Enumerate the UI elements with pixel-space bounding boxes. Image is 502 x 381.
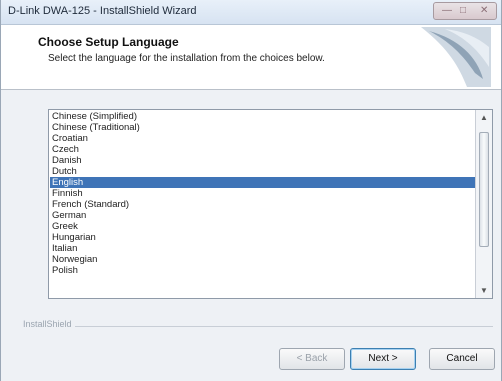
language-option[interactable]: Danish (50, 155, 476, 166)
wizard-body: Chinese (Simplified) Chinese (Traditional… (1, 90, 501, 320)
language-option[interactable]: Croatian (50, 133, 476, 144)
language-option[interactable]: Czech (50, 144, 476, 155)
language-option[interactable]: Italian (50, 243, 476, 254)
language-option[interactable]: Norwegian (50, 254, 476, 265)
language-list: Chinese (Simplified) Chinese (Traditional… (50, 111, 476, 276)
language-option[interactable]: Chinese (Traditional) (50, 122, 476, 133)
installshield-logo-icon (421, 27, 491, 87)
cancel-button[interactable]: Cancel (429, 348, 495, 370)
language-listbox[interactable]: Chinese (Simplified) Chinese (Traditional… (48, 109, 493, 299)
language-option[interactable]: Polish (50, 265, 476, 276)
language-option[interactable]: German (50, 210, 476, 221)
back-button[interactable]: < Back (279, 348, 345, 370)
language-option[interactable]: Chinese (Simplified) (50, 111, 476, 122)
installer-window: D-Link DWA-125 - InstallShield Wizard — … (0, 0, 502, 381)
language-option[interactable]: Greek (50, 221, 476, 232)
page-subtitle: Select the language for the installation… (48, 53, 325, 64)
minimize-icon[interactable]: — (442, 5, 452, 16)
scroll-down-arrow-icon[interactable]: ▼ (480, 286, 488, 295)
scroll-up-arrow-icon[interactable]: ▲ (480, 113, 488, 122)
close-icon[interactable]: ✕ (480, 5, 488, 16)
language-option[interactable]: Hungarian (50, 232, 476, 243)
footer-divider (75, 326, 493, 327)
window-controls[interactable]: — □ ✕ (433, 2, 497, 20)
language-option[interactable]: French (Standard) (50, 199, 476, 210)
scrollbar-thumb[interactable] (479, 132, 489, 247)
title-bar[interactable]: D-Link DWA-125 - InstallShield Wizard — … (1, 0, 501, 25)
installshield-label: InstallShield (23, 319, 72, 329)
window-title: D-Link DWA-125 - InstallShield Wizard (8, 5, 197, 17)
maximize-icon[interactable]: □ (460, 5, 466, 16)
page-title: Choose Setup Language (38, 35, 179, 49)
next-button[interactable]: Next > (350, 348, 416, 370)
wizard-header: Choose Setup Language Select the languag… (1, 25, 501, 90)
language-option[interactable]: Finnish (50, 188, 476, 199)
language-option[interactable]: Dutch (50, 166, 476, 177)
language-option[interactable]: English (50, 177, 476, 188)
vertical-scrollbar[interactable]: ▲ ▼ (475, 110, 492, 298)
